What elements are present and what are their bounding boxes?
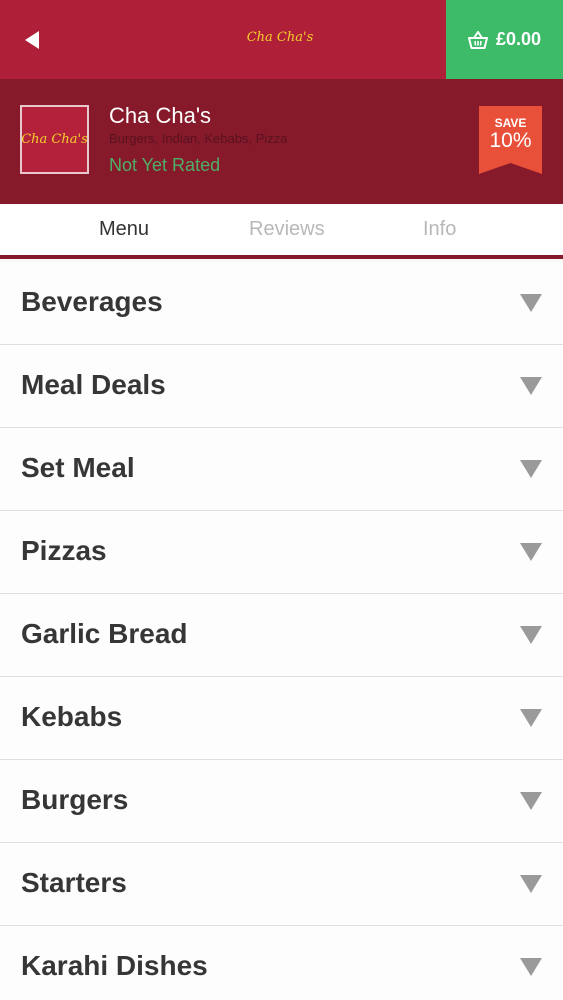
category-burgers[interactable]: Burgers (0, 760, 563, 843)
tab-info[interactable]: Info (423, 218, 456, 241)
category-label: Meal Deals (21, 369, 166, 400)
save-badge: SAVE 10% (479, 106, 542, 174)
category-label: Set Meal (21, 452, 135, 483)
category-garlic-bread[interactable]: Garlic Bread (0, 594, 563, 677)
category-pizzas[interactable]: Pizzas (0, 511, 563, 594)
chevron-down-icon (520, 460, 542, 478)
category-label: Beverages (21, 286, 163, 317)
category-label: Burgers (21, 784, 129, 815)
category-label: Pizzas (21, 535, 107, 566)
category-starters[interactable]: Starters (0, 843, 563, 926)
chevron-down-icon (520, 377, 542, 395)
header-logo: Cha Cha's (246, 30, 314, 45)
basket-icon (467, 30, 488, 49)
app-header: Cha Cha's £0.00 (0, 0, 563, 79)
category-label: Starters (21, 867, 127, 898)
tab-bar: Menu Reviews Info (0, 204, 563, 259)
chevron-down-icon (520, 875, 542, 893)
category-set-meal[interactable]: Set Meal (0, 428, 563, 511)
category-kebabs[interactable]: Kebabs (0, 677, 563, 760)
category-beverages[interactable]: Beverages (0, 262, 563, 345)
basket-total: £0.00 (495, 29, 542, 49)
restaurant-rating: Not Yet Rated (109, 155, 221, 175)
back-button[interactable] (14, 22, 50, 58)
category-label: Kebabs (21, 701, 123, 732)
save-badge-value: 10% (489, 129, 532, 152)
menu-category-list: Beverages Meal Deals Set Meal Pizzas Gar… (0, 262, 563, 1000)
category-label: Karahi Dishes (21, 950, 208, 981)
category-karahi-dishes[interactable]: Karahi Dishes (0, 926, 563, 1000)
restaurant-name: Cha Cha's (109, 103, 212, 128)
chevron-down-icon (520, 709, 542, 727)
chevron-down-icon (520, 958, 542, 976)
restaurant-logo-text: Cha Cha's (21, 132, 88, 147)
tab-menu[interactable]: Menu (99, 218, 149, 241)
restaurant-banner: Cha Cha's Cha Cha's Burgers, Indian, Keb… (0, 79, 563, 204)
tab-reviews[interactable]: Reviews (249, 218, 325, 241)
restaurant-logo: Cha Cha's (20, 105, 89, 174)
category-meal-deals[interactable]: Meal Deals (0, 345, 563, 428)
chevron-down-icon (520, 792, 542, 810)
chevron-down-icon (520, 543, 542, 561)
chevron-down-icon (520, 294, 542, 312)
chevron-down-icon (520, 626, 542, 644)
back-arrow-icon (25, 31, 39, 49)
category-label: Garlic Bread (21, 618, 188, 649)
restaurant-cuisines: Burgers, Indian, Kebabs, Pizza (109, 131, 288, 146)
basket-button[interactable]: £0.00 (446, 0, 563, 79)
save-badge-label: SAVE (494, 116, 527, 130)
